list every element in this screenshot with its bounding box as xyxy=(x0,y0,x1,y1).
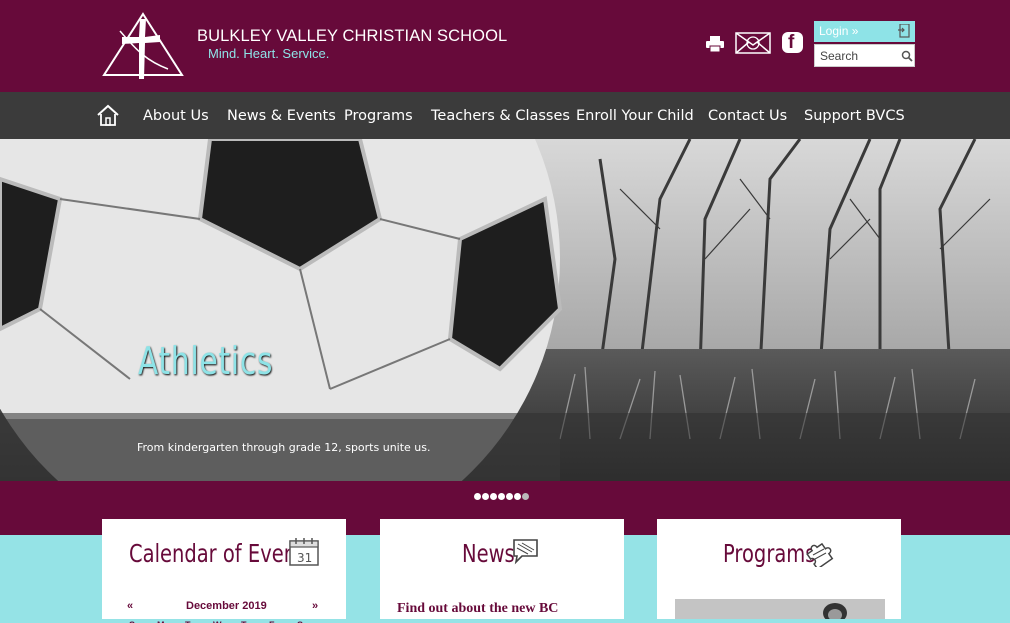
search-icon[interactable] xyxy=(901,50,913,62)
puzzle-icon xyxy=(806,542,834,567)
nav-support-bvcs[interactable]: Support BVCS xyxy=(804,108,905,124)
programs-photo xyxy=(675,599,885,619)
nav-teachers-classes[interactable]: Teachers & Classes xyxy=(431,108,570,124)
slider-dot[interactable] xyxy=(482,493,489,500)
calendar-month: December 2019 xyxy=(186,600,267,612)
login-icon xyxy=(898,24,910,38)
calendar-prev[interactable]: « xyxy=(127,600,133,612)
facebook-icon[interactable]: f xyxy=(782,32,803,53)
slider-dots xyxy=(474,493,530,501)
calendar-icon: 31 xyxy=(289,538,319,566)
print-icon[interactable] xyxy=(706,36,724,52)
nav-programs[interactable]: Programs xyxy=(344,108,413,124)
slider-dot[interactable] xyxy=(514,493,521,500)
speech-bubble-icon xyxy=(513,539,538,565)
logo-cross-icon[interactable] xyxy=(102,11,184,79)
programs-card: Programs xyxy=(657,519,901,619)
slider-dot[interactable] xyxy=(474,493,481,500)
tagline: Mind. Heart. Service. xyxy=(208,46,330,61)
mail-icon[interactable] xyxy=(735,32,771,54)
facebook-glyph: f xyxy=(788,32,795,53)
calendar-title[interactable]: Calendar of Events xyxy=(129,539,314,568)
login-label: Login » xyxy=(819,24,859,38)
nav-about-us[interactable]: About Us xyxy=(143,108,209,124)
news-headline-link[interactable]: Find out about the new BC xyxy=(397,601,558,617)
search-input[interactable] xyxy=(815,45,900,66)
home-icon[interactable] xyxy=(96,103,120,127)
news-card: News Find out about the new BC xyxy=(380,519,624,619)
nav-news-events[interactable]: News & Events xyxy=(227,108,336,124)
search-box xyxy=(814,44,915,67)
login-button[interactable]: Login » xyxy=(814,21,915,42)
hero-slider[interactable]: Athletics From kindergarten through grad… xyxy=(0,139,1010,481)
programs-image[interactable] xyxy=(675,599,885,619)
slider-dot[interactable] xyxy=(506,493,513,500)
slider-dot[interactable] xyxy=(498,493,505,500)
calendar-next[interactable]: » xyxy=(312,600,318,612)
calendar-card: Calendar of Events 31 « December 2019 » … xyxy=(102,519,346,623)
nav-contact-us[interactable]: Contact Us xyxy=(708,108,787,124)
site-header: BULKLEY VALLEY CHRISTIAN SCHOOL Mind. He… xyxy=(0,0,1010,92)
slider-dot[interactable] xyxy=(522,493,529,500)
news-title[interactable]: News xyxy=(462,539,515,568)
nav-enroll-your-child[interactable]: Enroll Your Child xyxy=(576,108,694,124)
slide-caption: From kindergarten through grade 12, spor… xyxy=(137,441,431,454)
programs-title[interactable]: Programs xyxy=(723,539,815,568)
calendar-weekdays: SMTWTFS xyxy=(129,615,329,623)
slide-title: Athletics xyxy=(138,339,274,383)
calendar-icon-day: 31 xyxy=(297,551,312,565)
slider-dot[interactable] xyxy=(490,493,497,500)
school-name[interactable]: BULKLEY VALLEY CHRISTIAN SCHOOL xyxy=(197,27,507,46)
